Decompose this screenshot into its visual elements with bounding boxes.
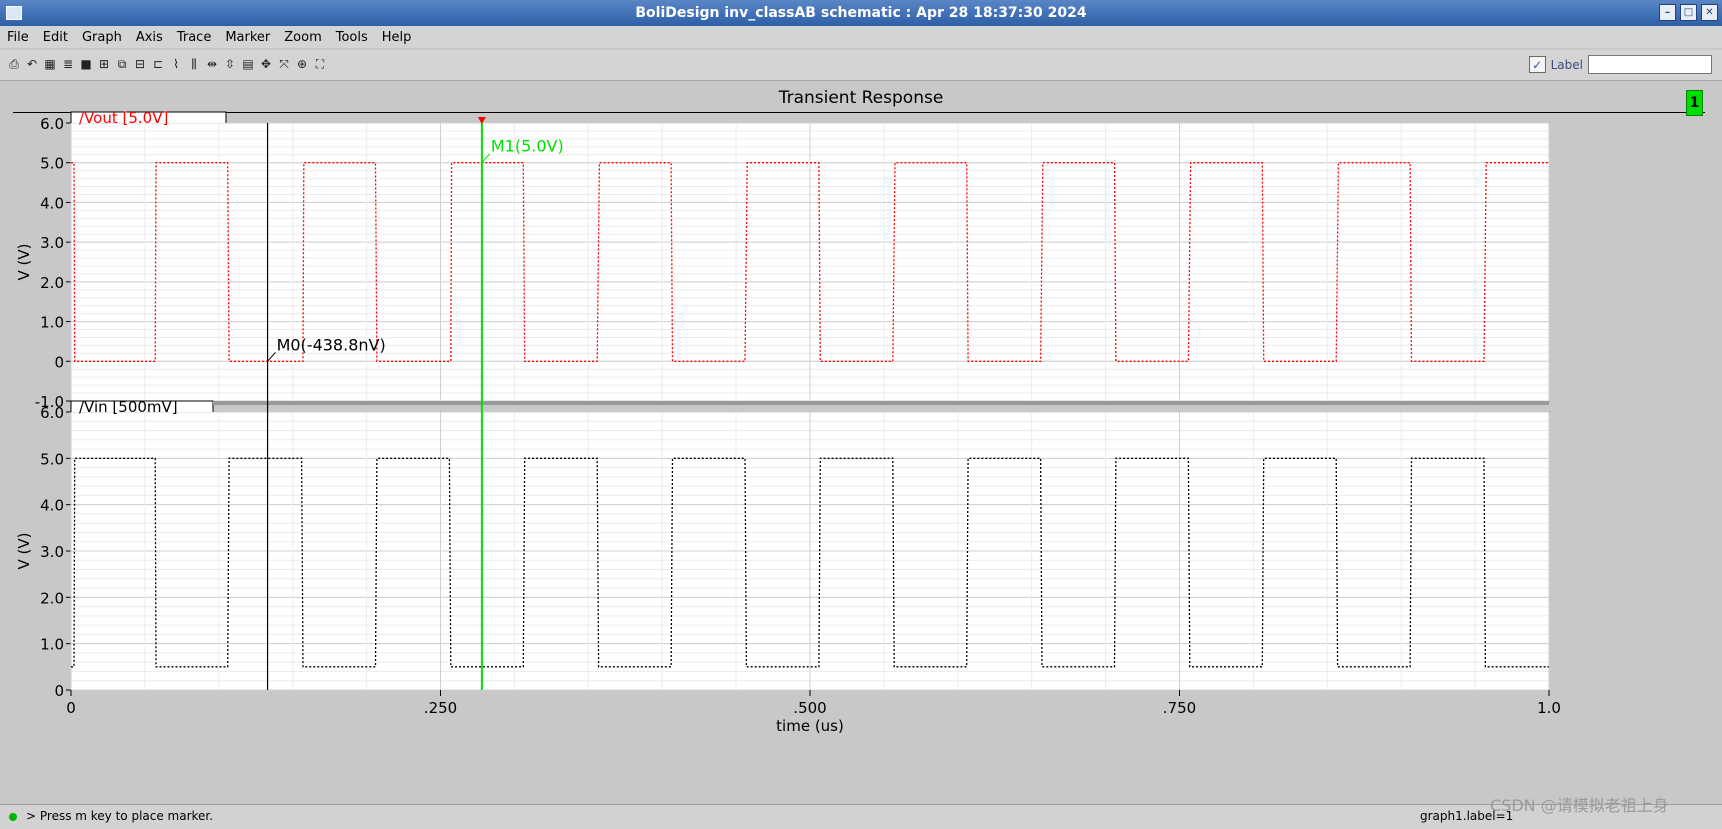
marker-label-m1: M1(5.0V) xyxy=(491,137,564,156)
status-led-icon xyxy=(9,813,17,821)
menu-tools[interactable]: Tools xyxy=(329,30,375,45)
move-icon[interactable]: ✥ xyxy=(258,56,274,72)
zoom-fit-icon[interactable]: ⤧ xyxy=(276,56,292,72)
menu-marker[interactable]: Marker xyxy=(218,30,277,45)
menu-help[interactable]: Help xyxy=(375,30,419,45)
minimize-button[interactable]: – xyxy=(1659,4,1676,21)
y-tick-label: 5.0 xyxy=(40,155,64,173)
y-tick-label: 0 xyxy=(54,353,64,371)
box-icon[interactable]: ■ xyxy=(78,56,94,72)
split-icon[interactable]: ⊏ xyxy=(150,56,166,72)
grid-icon[interactable]: ▦ xyxy=(42,56,58,72)
toolbar: ⎙ ↶ ▦ ≣ ■ ⊞ ⧉ ⊟ ⊏ ⌇ ⫼ ⇹ ⇳ ▤ ✥ ⤧ ⊕ ⛶ ✓ Label xyxy=(0,50,1722,81)
label-control: ✓ Label xyxy=(1528,55,1712,74)
y-tick-label: 3.0 xyxy=(40,543,64,561)
y-axis-label: V (V) xyxy=(15,533,33,570)
copy-icon[interactable]: ⧉ xyxy=(114,56,130,72)
y-tick-label: 2.0 xyxy=(40,589,64,607)
window-title-bar[interactable]: BoliDesign inv_classAB schematic : Apr 2… xyxy=(0,0,1722,27)
plot-panel-1: 6.05.04.03.02.01.00-1.0V (V)/Vout [5.0V] xyxy=(15,109,1550,411)
status-message: > Press m key to place marker. xyxy=(26,809,214,823)
zoom-box-icon[interactable]: ⊕ xyxy=(294,56,310,72)
menu-trace[interactable]: Trace xyxy=(170,30,219,45)
y-tick-label: 4.0 xyxy=(40,194,64,212)
y-tick-label: 1.0 xyxy=(40,636,64,654)
y-tick-label: 5.0 xyxy=(40,450,64,468)
panel-separator xyxy=(213,401,1549,405)
y-tick-label: 3.0 xyxy=(40,234,64,252)
undo-icon[interactable]: ↶ xyxy=(24,56,40,72)
zoom-all-icon[interactable]: ⛶ xyxy=(312,56,328,72)
menu-graph[interactable]: Graph xyxy=(75,30,129,45)
strip-icon[interactable]: ≣ xyxy=(60,56,76,72)
y-tick-label: 6.0 xyxy=(40,115,64,133)
x-tick-label: .750 xyxy=(1163,699,1196,717)
maximize-button[interactable]: □ xyxy=(1680,4,1697,21)
menu-zoom[interactable]: Zoom xyxy=(277,30,328,45)
print-icon[interactable]: ⎙ xyxy=(6,56,22,72)
watermark: CSDN @请模拟老祖上身 xyxy=(1490,796,1669,815)
y-axis-label: V (V) xyxy=(15,244,33,281)
menu-bar: File Edit Graph Axis Trace Marker Zoom Tools Hel… xyxy=(0,26,1722,48)
cursor-v-icon[interactable]: ⇳ xyxy=(222,56,238,72)
marker-label-m0: M0(-438.8nV) xyxy=(277,335,386,354)
close-button[interactable]: ✕ xyxy=(1701,4,1718,21)
cursor-h-icon[interactable]: ⇹ xyxy=(204,56,220,72)
window-title: BoliDesign inv_classAB schematic : Apr 2… xyxy=(635,5,1087,21)
y-tick-label: 2.0 xyxy=(40,274,64,292)
legend-entry: /Vout [5.0V] xyxy=(79,109,168,127)
label-caption: Label xyxy=(1550,57,1583,72)
fit-icon[interactable]: ⊞ xyxy=(96,56,112,72)
x-axis-label: time (us) xyxy=(776,717,844,735)
menu-file[interactable]: File xyxy=(0,30,36,45)
status-bar: > Press m key to place marker. graph1.la… xyxy=(0,804,1722,829)
y-tick-label: 6.0 xyxy=(40,404,64,422)
y-tick-label: 0 xyxy=(54,682,64,700)
x-tick-label: 1.0 xyxy=(1537,699,1561,717)
x-tick-label: .500 xyxy=(793,699,826,717)
window-menu-icon[interactable] xyxy=(6,6,22,20)
legend-entry: /Vin [500mV] xyxy=(79,398,178,416)
trace-icon[interactable]: ⌇ xyxy=(168,56,184,72)
y-tick-label: 1.0 xyxy=(40,314,64,332)
label-checkbox[interactable]: ✓ xyxy=(1528,56,1546,73)
graph-window: Transient Response 1 6.0 5.0 4.0 3.0 2.0 1.0 0… xyxy=(5,84,1717,798)
x-tick-label: .250 xyxy=(424,699,457,717)
overlay-icon[interactable]: ⊟ xyxy=(132,56,148,72)
x-tick-label: 0 xyxy=(66,699,76,717)
calc-icon[interactable]: ▤ xyxy=(240,56,256,72)
y-tick-label: 4.0 xyxy=(40,497,64,515)
menu-edit[interactable]: Edit xyxy=(36,30,75,45)
menu-axis[interactable]: Axis xyxy=(129,30,170,45)
waveform-plot[interactable]: 6.05.04.03.02.01.00-1.0V (V)/Vout [5.0V]… xyxy=(5,84,1717,798)
bars-icon[interactable]: ⫼ xyxy=(186,56,202,72)
plot-panel-2: 6.0 5.0 4.0 3.0 2.0 1.0 0 V (V) /Vin [500mV] xyxy=(15,398,1550,700)
label-input[interactable] xyxy=(1588,55,1712,74)
